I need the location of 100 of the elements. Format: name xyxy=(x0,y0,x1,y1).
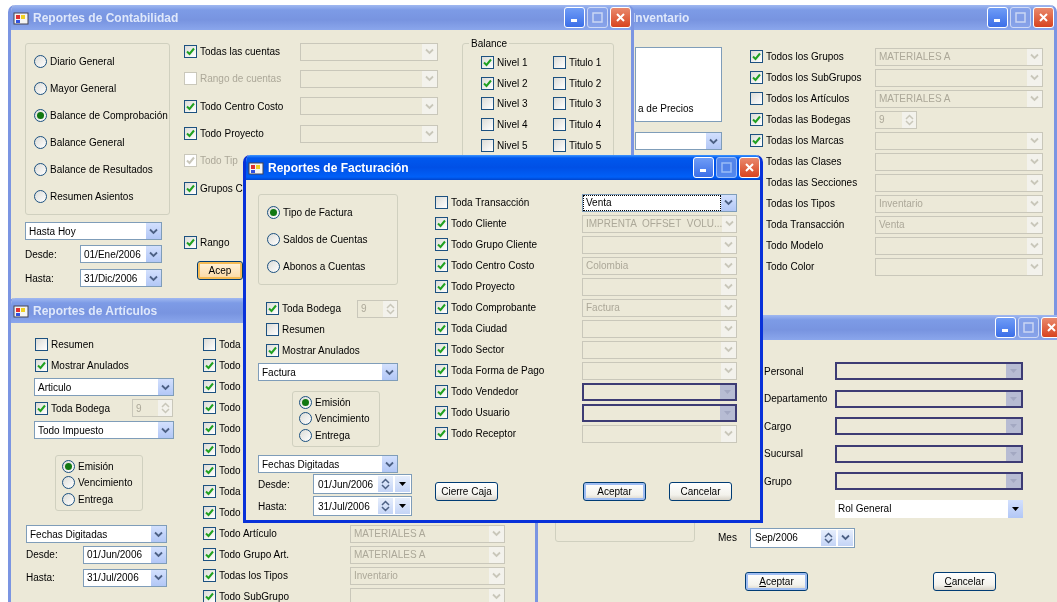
dropdown[interactable]: 31/Dic/2006 xyxy=(80,269,162,287)
radio-button[interactable]: Resumen Asientos xyxy=(34,189,134,204)
checkbox[interactable]: Rango xyxy=(184,235,230,251)
checkbox[interactable]: Todo xyxy=(203,400,241,415)
dropdown[interactable]: Todo Impuesto xyxy=(34,421,174,439)
radio-button[interactable]: Emisión xyxy=(299,394,351,410)
checkbox[interactable]: Nivel 4 xyxy=(481,116,553,132)
maximize-button[interactable] xyxy=(716,157,737,178)
checkbox[interactable]: Todo xyxy=(203,505,241,520)
checkbox[interactable]: Titulo 3 xyxy=(553,96,613,112)
checkbox[interactable]: Mostrar Anulados xyxy=(266,343,360,358)
list-item[interactable]: a de Precios xyxy=(638,103,694,114)
checkbox[interactable]: Todo Grupo Cliente xyxy=(435,237,582,252)
date-picker[interactable]: 01/Jun/2006 xyxy=(313,474,412,494)
dropdown[interactable] xyxy=(835,472,1023,491)
checkbox[interactable]: Todo Grupo Art. xyxy=(203,547,350,562)
push-button[interactable]: Cierre Caja xyxy=(435,482,498,501)
list-box[interactable]: a de Precios xyxy=(635,47,722,122)
checkbox[interactable]: Nivel 1 xyxy=(481,54,553,70)
checkbox[interactable]: Todo Receptor xyxy=(435,426,582,441)
checkbox[interactable]: Toda Bodega xyxy=(35,400,132,416)
radio-button[interactable]: Vencimiento xyxy=(299,411,370,427)
checkbox[interactable]: Todo xyxy=(203,421,241,436)
date-picker[interactable]: Sep/2006 xyxy=(750,527,855,548)
checkbox[interactable]: Todos los Grupos xyxy=(750,49,844,64)
push-button[interactable]: Cancelar xyxy=(669,482,732,501)
minimize-button[interactable] xyxy=(693,157,714,178)
radio-button[interactable]: Mayor General xyxy=(34,81,117,96)
radio-button[interactable]: Saldos de Cuentas xyxy=(267,232,368,247)
maximize-button[interactable] xyxy=(1018,317,1039,338)
push-button[interactable]: Aceptar xyxy=(745,571,808,591)
radio-button[interactable]: Balance General xyxy=(34,135,125,150)
dropdown[interactable] xyxy=(835,444,1023,463)
checkbox[interactable]: Toda Ciudad xyxy=(435,321,582,336)
dropdown[interactable]: Articulo xyxy=(34,378,174,396)
radio-button[interactable]: Emisión xyxy=(62,458,114,474)
checkbox[interactable]: Todas las Bodegas xyxy=(750,112,851,127)
checkbox[interactable]: Toda xyxy=(203,337,241,352)
push-button[interactable]: Aceptar xyxy=(583,482,646,501)
checkbox[interactable]: Titulo 5 xyxy=(553,137,613,153)
minimize-button[interactable] xyxy=(564,7,585,28)
dropdown[interactable]: Venta xyxy=(582,193,737,212)
checkbox[interactable]: Resumen xyxy=(35,337,94,352)
close-button[interactable] xyxy=(1033,7,1054,28)
checkbox[interactable]: Todo Proyecto xyxy=(184,126,300,142)
checkbox[interactable]: Mostrar Anulados xyxy=(35,358,129,373)
dropdown[interactable] xyxy=(835,389,1023,408)
checkbox[interactable]: Todo xyxy=(203,379,241,394)
checkbox[interactable]: Todas las cuentas xyxy=(184,44,300,60)
checkbox[interactable]: Toda Bodega xyxy=(266,301,357,316)
dropdown[interactable]: Rol General xyxy=(835,499,1023,518)
push-button[interactable]: Cancelar xyxy=(933,571,996,591)
maximize-button[interactable] xyxy=(1010,7,1031,28)
close-button[interactable] xyxy=(739,157,760,178)
checkbox[interactable]: Todos los Artículos xyxy=(750,91,850,106)
checkbox[interactable]: Todo xyxy=(203,463,241,478)
dropdown[interactable]: Fechas Digitadas xyxy=(26,525,167,543)
dropdown[interactable] xyxy=(835,417,1023,436)
checkbox[interactable]: Resumen xyxy=(266,322,325,337)
checkbox[interactable]: Todo Centro Costo xyxy=(184,98,300,114)
dropdown[interactable]: Hasta Hoy xyxy=(25,222,162,240)
radio-button[interactable]: Entrega xyxy=(62,492,114,508)
checkbox[interactable]: Todo xyxy=(203,358,241,373)
checkbox[interactable]: Todas los Marcas xyxy=(750,133,844,148)
checkbox[interactable]: Todos los SubGrupos xyxy=(750,70,862,85)
checkbox[interactable]: Todo Sector xyxy=(435,342,582,357)
checkbox[interactable]: Nivel 5 xyxy=(481,137,553,153)
dropdown[interactable]: 01/Ene/2006 xyxy=(80,245,162,263)
push-button[interactable]: Acep xyxy=(197,260,243,280)
checkbox[interactable]: Toda Forma de Pago xyxy=(435,363,582,378)
checkbox[interactable]: Titulo 4 xyxy=(553,116,613,132)
radio-button[interactable]: Balance de Resultados xyxy=(34,162,153,177)
checkbox[interactable]: Nivel 3 xyxy=(481,96,553,112)
minimize-button[interactable] xyxy=(995,317,1016,338)
close-button[interactable] xyxy=(1041,317,1057,338)
radio-button[interactable]: Vencimiento xyxy=(62,475,133,491)
dropdown[interactable]: 31/Jul/2006 xyxy=(83,568,167,587)
checkbox[interactable]: Todo SubGrupo xyxy=(203,589,350,602)
maximize-button[interactable] xyxy=(587,7,608,28)
checkbox[interactable]: Todo Cliente xyxy=(435,216,582,231)
dropdown[interactable]: Factura xyxy=(258,363,398,381)
checkbox[interactable]: Todo Comprobante xyxy=(435,300,582,315)
dropdown[interactable] xyxy=(835,362,1023,381)
checkbox[interactable]: Todas los Tipos xyxy=(203,568,350,583)
checkbox[interactable]: Todo Vendedor xyxy=(435,384,582,399)
checkbox[interactable]: Titulo 1 xyxy=(553,54,613,70)
dropdown[interactable]: Fechas Digitadas xyxy=(258,455,398,473)
checkbox[interactable]: Todo Artículo xyxy=(203,526,350,541)
checkbox[interactable]: Nivel 2 xyxy=(481,75,553,91)
close-button[interactable] xyxy=(610,7,631,28)
dropdown[interactable] xyxy=(582,382,737,401)
checkbox[interactable]: Todo Usuario xyxy=(435,405,582,420)
checkbox[interactable]: Titulo 2 xyxy=(553,75,613,91)
dropdown[interactable]: 01/Jun/2006 xyxy=(83,545,167,564)
checkbox[interactable]: Todo Proyecto xyxy=(435,279,582,294)
checkbox[interactable]: Toda Transacción xyxy=(435,195,582,210)
radio-button[interactable]: Diario General xyxy=(34,54,115,69)
radio-button[interactable]: Entrega xyxy=(299,428,351,444)
checkbox[interactable]: Todo xyxy=(203,442,241,457)
radio-button[interactable]: Tipo de Factura xyxy=(267,205,353,220)
